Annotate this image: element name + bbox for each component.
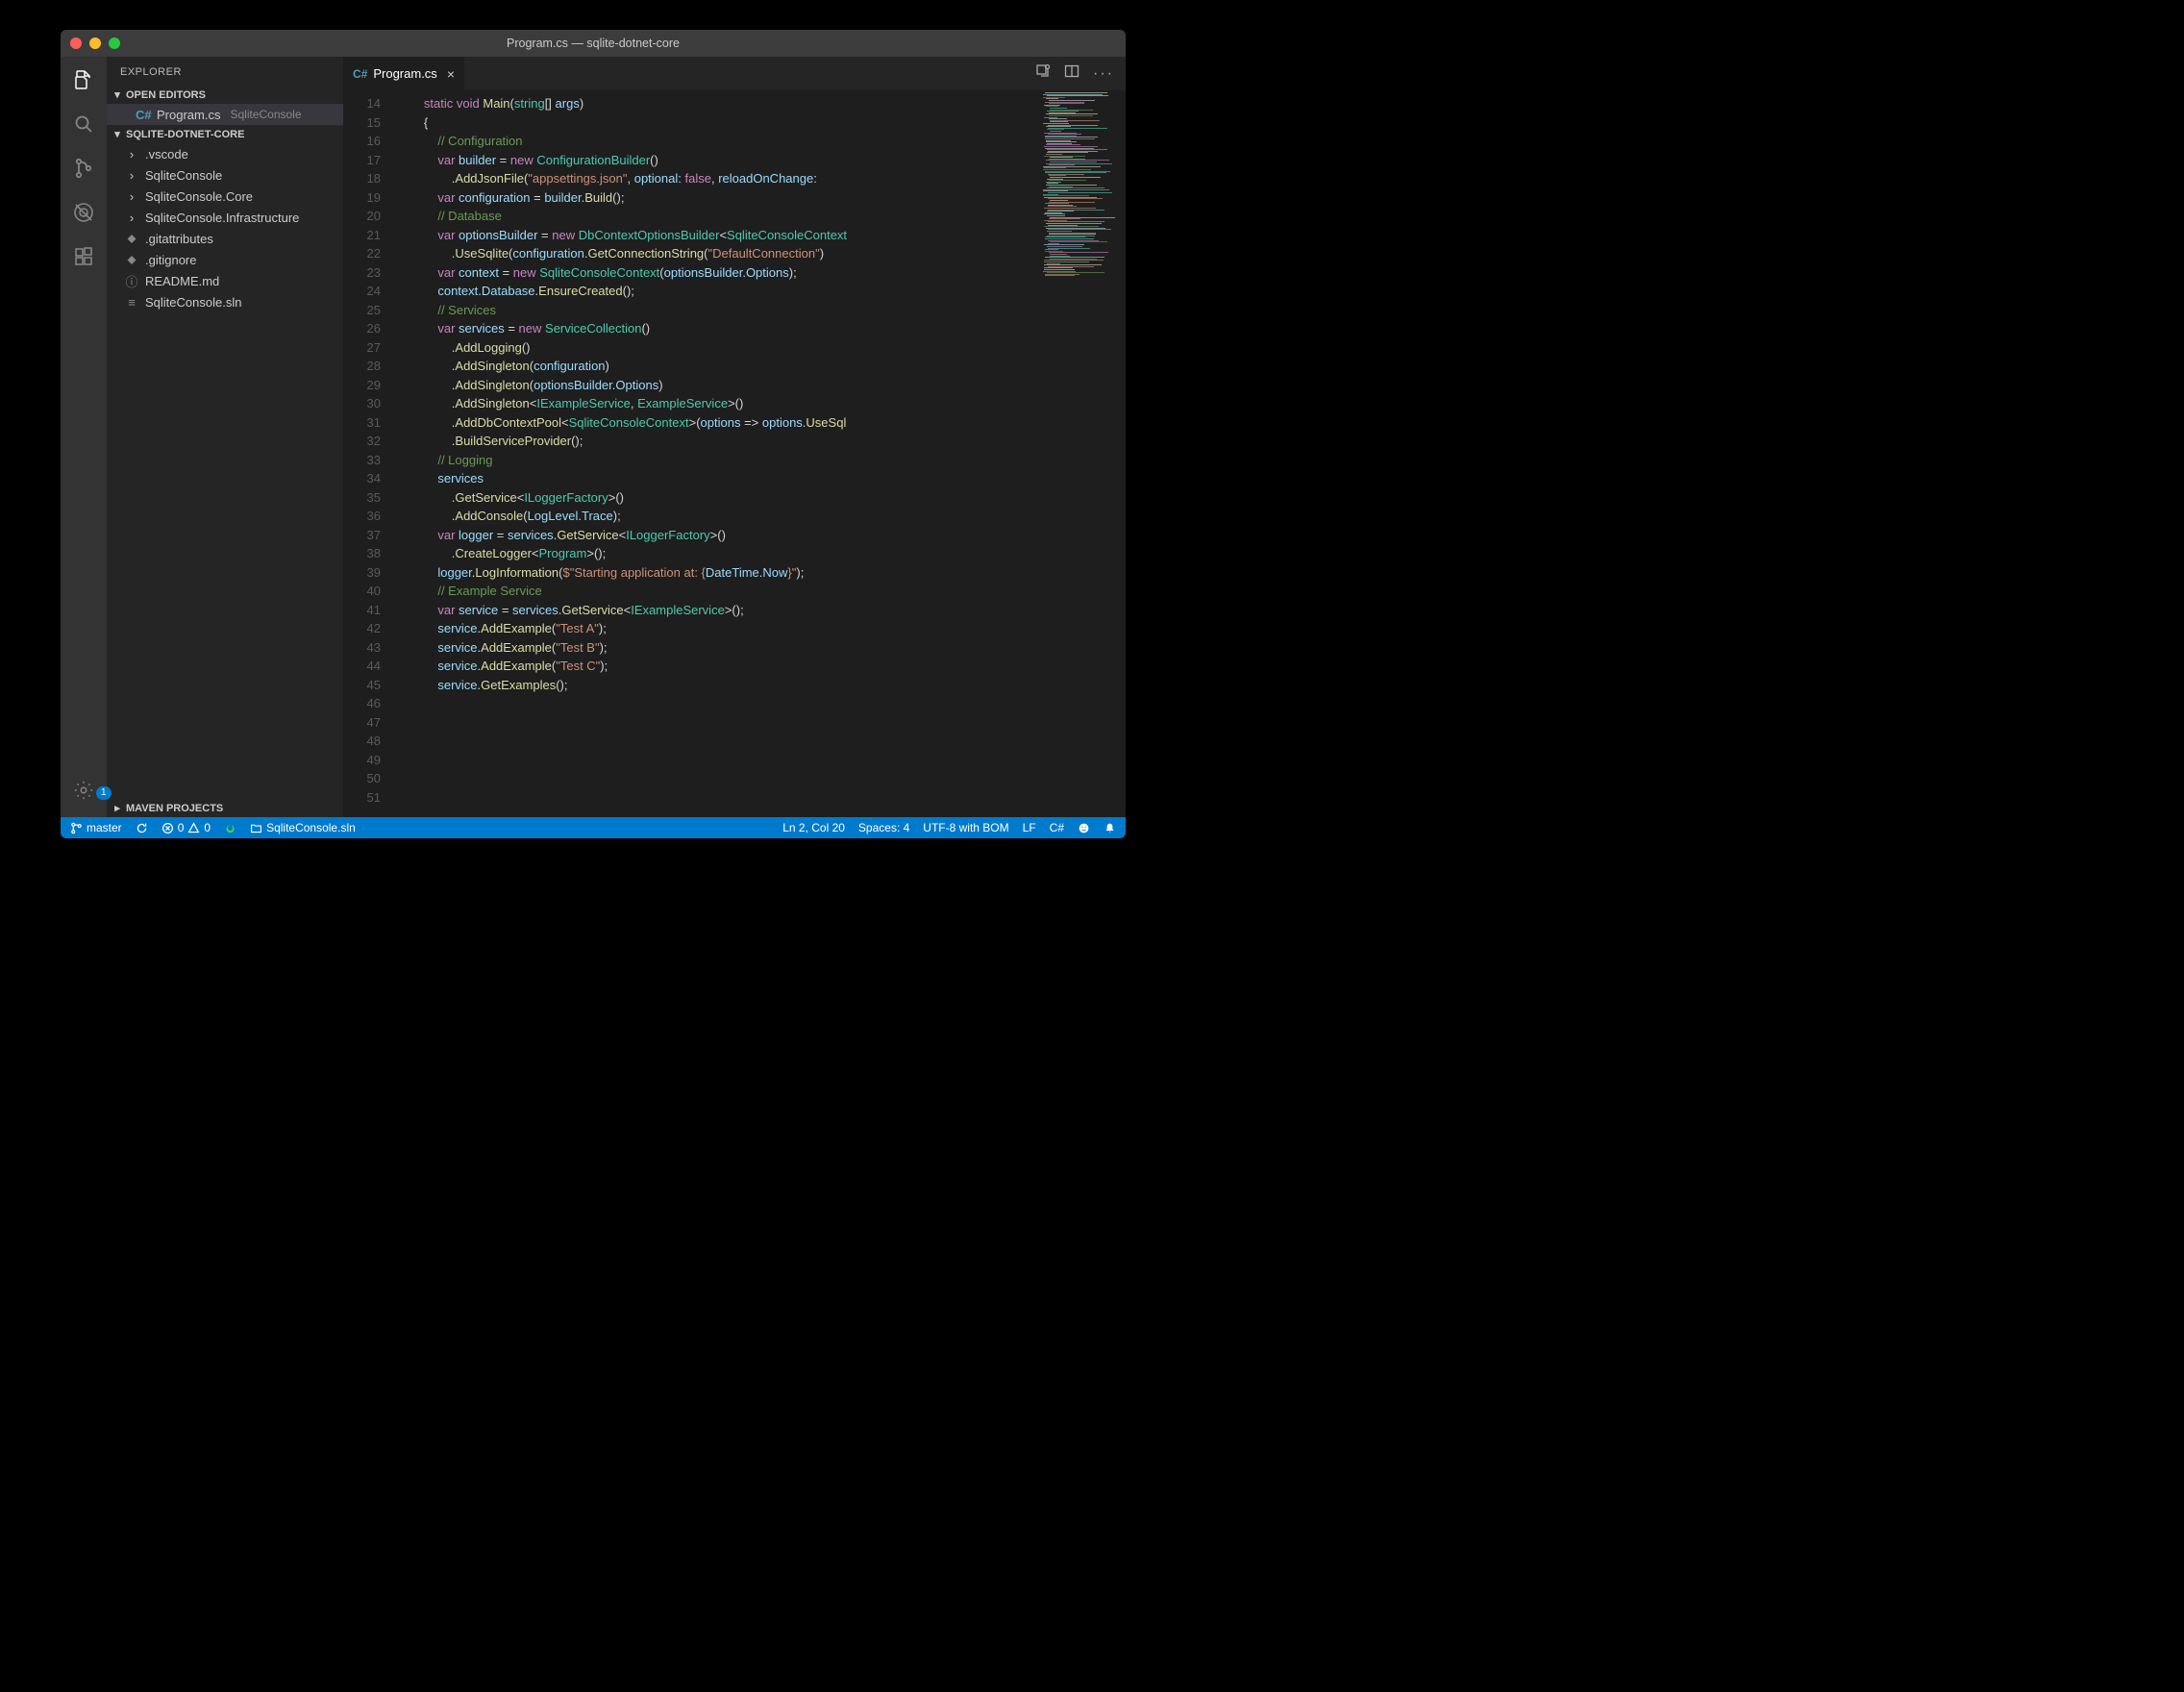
folder-chevron-icon: › xyxy=(124,189,139,204)
status-open-file[interactable]: SqliteConsole.sln xyxy=(250,821,356,834)
status-bell-icon[interactable] xyxy=(1104,822,1116,834)
tree-item-label: SqliteConsole xyxy=(145,168,222,183)
settings-badge: 1 xyxy=(96,786,112,800)
search-icon[interactable] xyxy=(70,111,97,137)
vscode-window: Program.cs — sqlite-dotnet-core 1 xyxy=(61,30,1126,838)
csharp-file-icon: C# xyxy=(353,67,367,81)
minimize-window-button[interactable] xyxy=(89,37,101,49)
file-icon: ⬥ xyxy=(124,231,139,246)
code-editor[interactable]: 1415161718192021222324252627282930313233… xyxy=(343,90,1126,817)
close-tab-icon[interactable]: × xyxy=(447,66,455,82)
project-header[interactable]: ▾ SQLITE-DOTNET-CORE xyxy=(107,125,343,143)
csharp-file-icon: C# xyxy=(136,108,151,122)
folder-chevron-icon: › xyxy=(124,211,139,225)
extensions-icon[interactable] xyxy=(70,243,97,270)
tree-item[interactable]: ⬥ .gitignore xyxy=(107,249,343,270)
folder-chevron-icon: › xyxy=(124,147,139,162)
tree-item[interactable]: › .vscode xyxy=(107,143,343,164)
editor-tabs: C# Program.cs × ··· xyxy=(343,57,1126,90)
settings-gear-icon[interactable]: 1 xyxy=(73,780,94,806)
line-number-gutter: 1415161718192021222324252627282930313233… xyxy=(343,90,396,817)
status-sync[interactable] xyxy=(136,822,148,834)
status-flame-icon[interactable] xyxy=(224,822,236,834)
open-editor-item[interactable]: C# Program.cs SqliteConsole xyxy=(107,104,343,125)
status-indentation[interactable]: Spaces: 4 xyxy=(858,821,909,834)
status-encoding[interactable]: UTF-8 with BOM xyxy=(923,821,1008,834)
status-branch[interactable]: master xyxy=(70,821,122,834)
tree-item[interactable]: › SqliteConsole.Infrastructure xyxy=(107,207,343,228)
tab-label: Program.cs xyxy=(373,66,436,81)
explorer-sidebar: EXPLORER ▾ OPEN EDITORS C# Program.cs Sq… xyxy=(107,57,343,817)
window-title: Program.cs — sqlite-dotnet-core xyxy=(61,37,1126,50)
status-eol[interactable]: LF xyxy=(1023,821,1036,834)
tree-item[interactable]: › SqliteConsole xyxy=(107,164,343,186)
minimap[interactable] xyxy=(1039,90,1126,817)
chevron-down-icon: ▾ xyxy=(112,88,122,101)
tree-item-label: SqliteConsole.Infrastructure xyxy=(145,211,299,225)
tab-actions: ··· xyxy=(1035,57,1126,90)
tree-item-label: .vscode xyxy=(145,147,188,162)
file-icon: ⓘ xyxy=(124,272,139,290)
tree-item[interactable]: ⬥ .gitattributes xyxy=(107,228,343,249)
tree-item-label: SqliteConsole.Core xyxy=(145,189,253,204)
file-tree: › .vscode › SqliteConsole › SqliteConsole.Cor… xyxy=(107,143,343,312)
chevron-right-icon: ▸ xyxy=(112,802,122,814)
more-actions-icon[interactable]: ··· xyxy=(1093,65,1114,83)
code-content[interactable]: static void Main(string[] args) { // Con… xyxy=(396,90,1039,817)
tab-program-cs[interactable]: C# Program.cs × xyxy=(343,57,465,90)
tree-item-label: SqliteConsole.sln xyxy=(145,295,241,310)
status-problems[interactable]: 0 0 xyxy=(161,821,211,834)
file-icon: ⬥ xyxy=(124,252,139,267)
maven-projects-header[interactable]: ▸ MAVEN PROJECTS xyxy=(107,799,343,817)
debug-icon[interactable] xyxy=(70,199,97,226)
tree-item[interactable]: ≡ SqliteConsole.sln xyxy=(107,291,343,312)
explorer-icon[interactable] xyxy=(70,66,97,93)
tree-item[interactable]: › SqliteConsole.Core xyxy=(107,186,343,207)
file-icon: ≡ xyxy=(124,295,139,310)
chevron-down-icon: ▾ xyxy=(112,128,122,140)
tree-item-label: .gitignore xyxy=(145,253,196,267)
folder-chevron-icon: › xyxy=(124,168,139,183)
status-bar: master 0 0 SqliteConsole.sln Ln 2, Col 2… xyxy=(61,817,1126,838)
compare-changes-icon[interactable] xyxy=(1035,63,1051,84)
tree-item-label: README.md xyxy=(145,274,219,288)
tree-item-label: .gitattributes xyxy=(145,232,213,246)
editor-area: C# Program.cs × ··· 14151617181920212223… xyxy=(343,57,1126,817)
status-feedback-icon[interactable] xyxy=(1078,822,1090,834)
status-cursor-position[interactable]: Ln 2, Col 20 xyxy=(782,821,845,834)
explorer-title: EXPLORER xyxy=(107,57,343,86)
tree-item[interactable]: ⓘ README.md xyxy=(107,270,343,291)
activity-bar: 1 xyxy=(61,57,107,817)
close-window-button[interactable] xyxy=(70,37,82,49)
open-editors-header[interactable]: ▾ OPEN EDITORS xyxy=(107,86,343,104)
titlebar: Program.cs — sqlite-dotnet-core xyxy=(61,30,1126,57)
status-language[interactable]: C# xyxy=(1050,821,1064,834)
traffic-lights xyxy=(61,37,120,49)
split-editor-icon[interactable] xyxy=(1064,63,1080,84)
source-control-icon[interactable] xyxy=(70,155,97,182)
maximize-window-button[interactable] xyxy=(109,37,120,49)
